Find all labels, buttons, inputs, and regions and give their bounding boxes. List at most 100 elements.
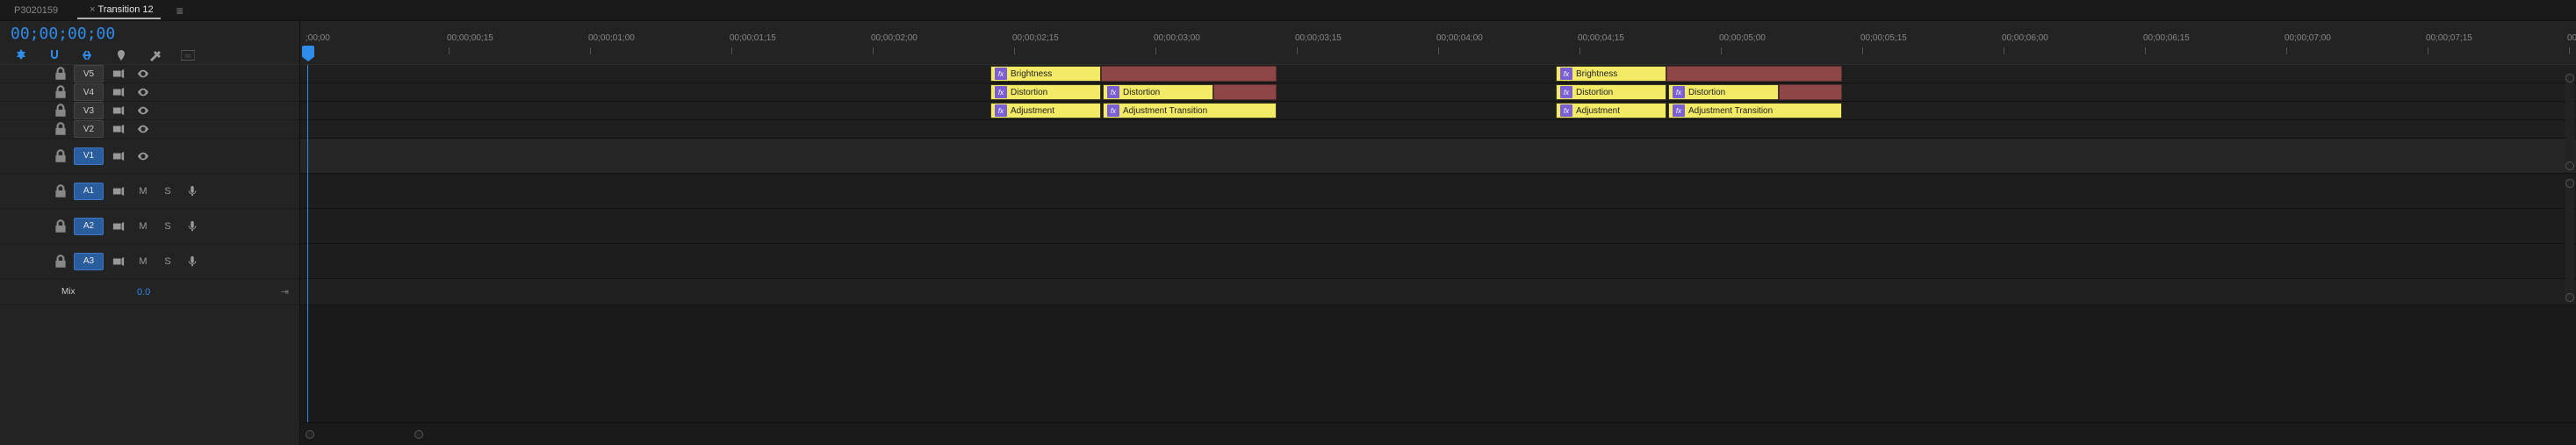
linked-selection-icon[interactable] — [81, 48, 95, 62]
mic-icon[interactable] — [183, 183, 202, 200]
mute-button[interactable]: M — [133, 253, 153, 270]
lock-icon[interactable] — [53, 84, 68, 100]
lock-icon[interactable] — [53, 103, 68, 118]
track-header-v1[interactable]: V1 — [0, 139, 299, 174]
time-ruler[interactable]: ;00;0000;00;00;1500;00;01;0000;00;01;150… — [300, 21, 2576, 65]
tab-menu-icon[interactable]: ≡ — [176, 4, 183, 18]
lane-v4[interactable]: fxDistortion fxDistortion fxDistortion f… — [300, 83, 2576, 102]
track-output-icon[interactable] — [109, 218, 128, 235]
lane-a1[interactable]: ⫸ — [300, 174, 2576, 209]
track-output-icon[interactable] — [109, 102, 128, 119]
eye-icon[interactable] — [133, 102, 153, 119]
captions-icon[interactable]: cc — [181, 48, 195, 62]
track-output-icon[interactable] — [109, 65, 128, 83]
track-label-v2[interactable]: V2 — [74, 120, 104, 138]
lock-icon[interactable] — [53, 121, 68, 137]
settings-icon[interactable] — [148, 48, 162, 62]
clip-brightness-2b[interactable] — [1666, 66, 1842, 82]
lock-icon[interactable] — [53, 148, 68, 164]
scroll-knob-right[interactable] — [414, 430, 423, 439]
scroll-knob[interactable] — [2565, 179, 2574, 188]
clip-distortion-2c[interactable] — [1779, 84, 1842, 100]
clip-brightness-1[interactable]: fxBrightness — [990, 66, 1101, 82]
track-label-a2[interactable]: A2 — [74, 218, 104, 235]
scroll-knob[interactable] — [2565, 161, 2574, 170]
scroll-knob[interactable] — [2565, 293, 2574, 302]
tab-inactive[interactable]: P3020159 — [7, 3, 65, 18]
lane-v3[interactable]: fxAdjustment fxAdjustment Transition fxA… — [300, 102, 2576, 120]
track-label-v1[interactable]: V1 — [74, 147, 104, 165]
snap-icon[interactable] — [47, 48, 61, 62]
clip-distortion-1a[interactable]: fxDistortion — [990, 84, 1101, 100]
timeline-tracks-area[interactable]: fxBrightness fxBrightness fxDistortion f… — [300, 65, 2576, 422]
clip-brightness-2[interactable]: fxBrightness — [1556, 66, 1666, 82]
track-output-icon[interactable] — [109, 83, 128, 101]
scroll-knob[interactable] — [2565, 74, 2574, 83]
playhead-timecode[interactable]: 00;00;00;00 — [11, 25, 299, 43]
clip-adjustment-2[interactable]: fxAdjustment — [1556, 103, 1666, 118]
clip-distortion-2b[interactable]: fxDistortion — [1668, 84, 1779, 100]
lane-v5[interactable]: fxBrightness fxBrightness — [300, 65, 2576, 83]
eye-icon[interactable] — [133, 65, 153, 83]
lock-icon[interactable] — [53, 254, 68, 269]
track-label-a1[interactable]: A1 — [74, 183, 104, 200]
track-header-mix[interactable]: Mix 0.0 ⇥ — [0, 279, 299, 305]
solo-button[interactable]: S — [158, 253, 177, 270]
clip-adjustment-trans-1[interactable]: fxAdjustment Transition — [1103, 103, 1277, 118]
track-label-v3[interactable]: V3 — [74, 102, 104, 119]
clip-distortion-1b[interactable]: fxDistortion — [1103, 84, 1213, 100]
track-header-v4[interactable]: V4 — [0, 83, 299, 102]
clip-distortion-2a[interactable]: fxDistortion — [1556, 84, 1666, 100]
sequence-tabs: P3020159 × Transition 12 ≡ — [0, 0, 2576, 21]
lane-mix[interactable] — [300, 279, 2576, 305]
track-header-a3[interactable]: A3 M S — [0, 244, 299, 279]
track-output-icon[interactable] — [109, 147, 128, 165]
clip-adjustment-1[interactable]: fxAdjustment — [990, 103, 1101, 118]
mic-icon[interactable] — [183, 253, 202, 270]
close-icon[interactable]: × — [90, 4, 95, 15]
lock-icon[interactable] — [53, 66, 68, 82]
v-scrollbar-video[interactable] — [2565, 74, 2574, 170]
track-header-v2[interactable]: V2 — [0, 120, 299, 139]
mic-icon[interactable] — [183, 218, 202, 235]
expand-icon[interactable]: ⇥ — [281, 286, 289, 298]
ruler-tick: ;00;00 — [306, 33, 330, 43]
track-label-v4[interactable]: V4 — [74, 83, 104, 101]
mix-value[interactable]: 0.0 — [137, 287, 150, 298]
track-label-a3[interactable]: A3 — [74, 253, 104, 270]
solo-button[interactable]: S — [158, 218, 177, 235]
track-header-v5[interactable]: V5 — [0, 65, 299, 83]
timeline-tool-row: cc — [11, 48, 299, 62]
track-header-a1[interactable]: A1 M S — [0, 174, 299, 209]
tab-active[interactable]: × Transition 12 — [77, 2, 160, 19]
track-output-icon[interactable] — [109, 183, 128, 200]
track-output-icon[interactable] — [109, 253, 128, 270]
mute-button[interactable]: M — [133, 218, 153, 235]
h-scrollbar[interactable] — [300, 422, 2576, 445]
eye-icon[interactable] — [133, 120, 153, 138]
track-header-a2[interactable]: A2 M S — [0, 209, 299, 244]
playhead-line[interactable] — [307, 65, 308, 422]
track-output-icon[interactable] — [109, 120, 128, 138]
lane-v1[interactable] — [300, 139, 2576, 174]
mix-label: Mix — [58, 287, 88, 297]
lane-a3[interactable] — [300, 244, 2576, 279]
clip-adjustment-trans-2[interactable]: fxAdjustment Transition — [1668, 103, 1842, 118]
mute-button[interactable]: M — [133, 183, 153, 200]
ruler-tick: 00;00;00;15 — [447, 33, 493, 43]
clip-distortion-1c[interactable] — [1213, 84, 1277, 100]
scroll-knob-left[interactable] — [306, 430, 314, 439]
clip-brightness-1b[interactable] — [1101, 66, 1277, 82]
eye-icon[interactable] — [133, 147, 153, 165]
track-header-v3[interactable]: V3 — [0, 102, 299, 120]
lane-v2[interactable] — [300, 120, 2576, 139]
v-scrollbar-audio[interactable] — [2565, 179, 2574, 302]
track-label-v5[interactable]: V5 — [74, 65, 104, 83]
lock-icon[interactable] — [53, 183, 68, 199]
nest-icon[interactable] — [14, 48, 28, 62]
lock-icon[interactable] — [53, 219, 68, 234]
solo-button[interactable]: S — [158, 183, 177, 200]
lane-a2[interactable] — [300, 209, 2576, 244]
eye-icon[interactable] — [133, 83, 153, 101]
markers-icon[interactable] — [114, 48, 128, 62]
